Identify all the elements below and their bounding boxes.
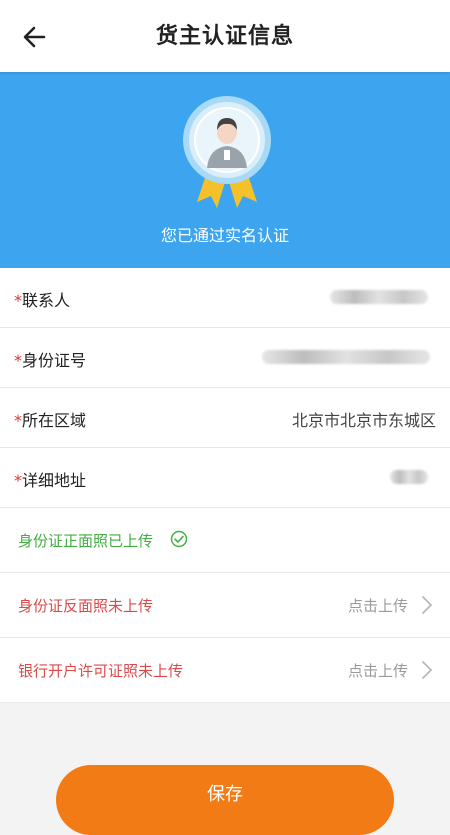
chevron-right-icon [422, 661, 433, 679]
contact-row[interactable]: *联系人 [0, 268, 450, 328]
id-front-upload-row[interactable]: 身份证正面照已上传 [0, 508, 450, 573]
id-front-status: 身份证正面照已上传 [18, 532, 154, 550]
check-circle-icon [170, 530, 188, 548]
info-form: *联系人 *身份证号 *所在区域 北京市北京市东城区 *详细地址 身份证正面照已… [0, 268, 450, 703]
id-number-value-blurred [262, 350, 430, 364]
contact-value-blurred [330, 290, 428, 304]
address-label: *详细地址 [14, 471, 87, 490]
id-back-upload-row[interactable]: 身份证反面照未上传 点击上传 [0, 573, 450, 638]
address-value-blurred [390, 470, 428, 484]
chevron-right-icon [422, 596, 433, 614]
bank-license-upload-button[interactable]: 点击上传 [348, 660, 408, 681]
address-row[interactable]: *详细地址 [0, 448, 450, 508]
verification-banner: 您已通过实名认证 [0, 72, 450, 268]
bank-license-status: 银行开户许可证照未上传 [18, 662, 184, 680]
id-back-status: 身份证反面照未上传 [18, 597, 154, 615]
id-back-upload-button[interactable]: 点击上传 [348, 595, 408, 616]
top-bar: 货主认证信息 [0, 0, 450, 72]
contact-label: *联系人 [14, 291, 71, 310]
save-button[interactable]: 保存 [56, 765, 394, 835]
id-number-label: *身份证号 [14, 351, 87, 370]
page-title: 货主认证信息 [155, 24, 294, 49]
bank-license-upload-row[interactable]: 银行开户许可证照未上传 点击上传 [0, 638, 450, 703]
verified-badge-icon [183, 96, 271, 208]
id-number-row[interactable]: *身份证号 [0, 328, 450, 388]
region-label: *所在区域 [14, 411, 87, 430]
verified-status-text: 您已通过实名认证 [160, 226, 289, 245]
region-value: 北京市北京市东城区 [291, 411, 436, 430]
region-row[interactable]: *所在区域 北京市北京市东城区 [0, 388, 450, 448]
